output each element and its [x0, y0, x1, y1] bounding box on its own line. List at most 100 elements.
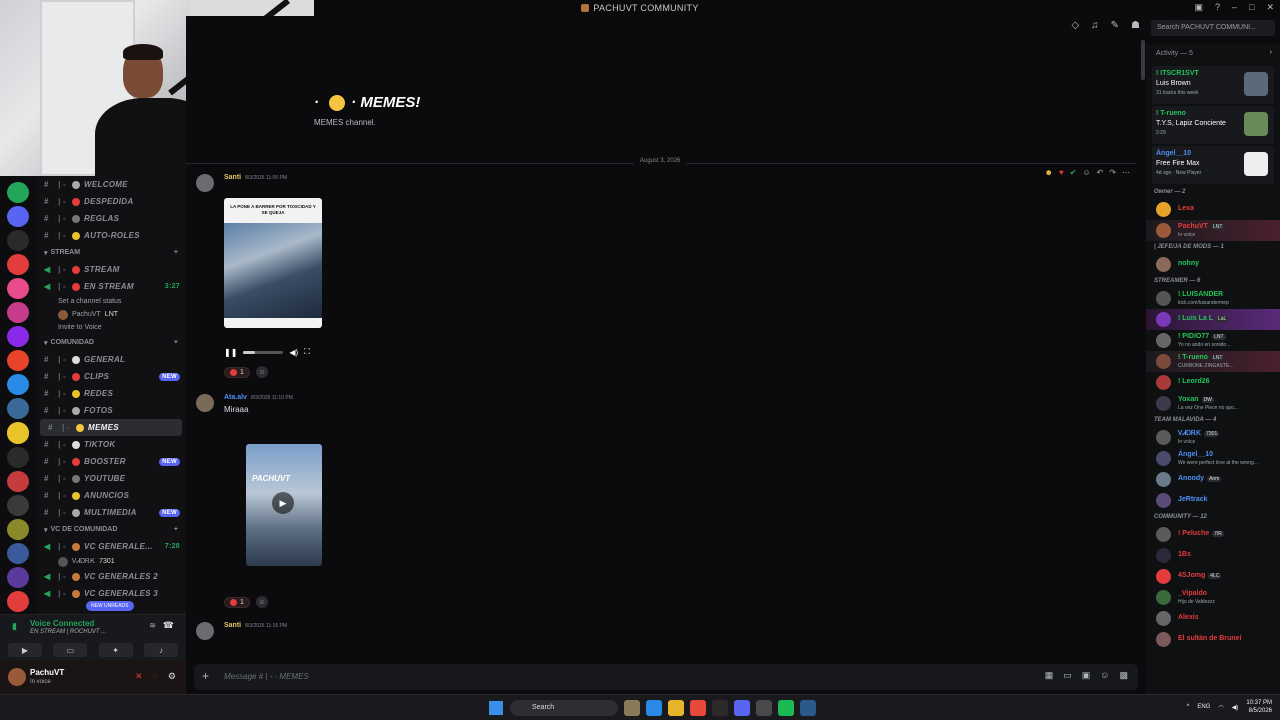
- channel-anuncios[interactable]: # | - ANUNCIOS: [36, 487, 186, 504]
- message-author[interactable]: Ata.alv 8/3/2026 11:10 PM: [224, 394, 293, 401]
- pause-icon[interactable]: ❚❚: [224, 348, 237, 357]
- member-item[interactable]: ! PIDIO77 LNT Yo no ando en sonido...: [1146, 330, 1280, 351]
- settings-icon[interactable]: ⚙: [168, 671, 176, 682]
- server-icon[interactable]: [7, 302, 29, 324]
- activity-card[interactable]: ! ITSCR1SVT Luis Brown 31 tracks this week: [1152, 66, 1274, 104]
- app-icon[interactable]: [800, 700, 816, 716]
- more-icon[interactable]: ⋯: [1122, 168, 1130, 177]
- gift-icon[interactable]: ▦: [1045, 670, 1054, 681]
- add-channel-icon[interactable]: +: [174, 249, 178, 256]
- help-icon[interactable]: ?: [1215, 2, 1220, 13]
- activity-card[interactable]: Ángel__10 Free Fire Max 4d ago · New Playe…: [1152, 146, 1274, 184]
- server-icon[interactable]: [7, 230, 29, 252]
- channel-booster[interactable]: # | - BOOSTER NEW: [36, 453, 186, 470]
- search-input[interactable]: Search PACHUVT COMMUNI...: [1151, 20, 1275, 36]
- member-item[interactable]: PachuVT LNT In voice: [1146, 220, 1280, 241]
- server-icon[interactable]: [7, 254, 29, 276]
- lang-indicator[interactable]: ENG: [1197, 704, 1210, 710]
- server-icon[interactable]: [7, 494, 29, 516]
- avatar[interactable]: [196, 174, 214, 192]
- category-comunidad[interactable]: ▾ COMUNIDAD +: [36, 334, 186, 351]
- channel-memes[interactable]: # | - MEMES: [40, 419, 182, 436]
- add-reaction-icon[interactable]: ☺: [255, 366, 268, 378]
- channel-tiktok[interactable]: # | - TIKTOK: [36, 436, 186, 453]
- scrollbar[interactable]: [1141, 40, 1145, 80]
- play-icon[interactable]: ▶: [272, 492, 294, 514]
- fullscreen-icon[interactable]: ⛶: [304, 347, 310, 357]
- spotify-icon[interactable]: [778, 700, 794, 716]
- file-explorer-icon[interactable]: [668, 700, 684, 716]
- soundboard-button[interactable]: ♪: [143, 643, 178, 657]
- channel-youtube[interactable]: # | - YOUTUBE: [36, 470, 186, 487]
- channel-clips[interactable]: # | - CLIPS NEW: [36, 368, 186, 385]
- sticker-icon[interactable]: ▣: [1082, 670, 1091, 681]
- activity-card[interactable]: ! T-rueno T.Y.S, Lapiz Conciente 2:29: [1152, 106, 1274, 144]
- server-icon[interactable]: [7, 542, 29, 564]
- gif-icon[interactable]: ▭: [1063, 670, 1072, 681]
- inbox-icon[interactable]: ▣: [1194, 2, 1203, 13]
- voice-channel-name[interactable]: EN STREAM | ROCHUVT ...: [30, 629, 106, 635]
- camera-button[interactable]: ▶: [8, 643, 42, 657]
- member-item[interactable]: _Vipaldo Hijo de Valdezzz: [1146, 587, 1280, 608]
- add-channel-icon[interactable]: +: [174, 339, 178, 346]
- channel-welcome[interactable]: # | - WELCOME: [36, 176, 186, 193]
- deafen-icon[interactable]: ◌: [153, 671, 158, 682]
- reaction-icon[interactable]: ✔: [1070, 168, 1077, 177]
- channel-vc-generales-2[interactable]: ◀ | - VC GENERALES 2: [36, 568, 186, 585]
- minimize-button[interactable]: –: [1232, 2, 1237, 13]
- server-icon[interactable]: [7, 518, 29, 540]
- member-item[interactable]: Lexa: [1146, 199, 1280, 220]
- windows-start-icon[interactable]: [489, 701, 503, 715]
- channel-despedida[interactable]: # | - DESPEDIDA: [36, 193, 186, 210]
- close-button[interactable]: ✕: [1266, 2, 1274, 13]
- member-item[interactable]: Yoxan DW La vez One Piece no spo...: [1146, 393, 1280, 414]
- threads-icon[interactable]: ◇: [1071, 20, 1079, 31]
- member-item[interactable]: 1Bs: [1146, 545, 1280, 566]
- channel-vc-generale-[interactable]: ◀ | - VC GENERALE... 7:28: [36, 538, 186, 555]
- member-item[interactable]: ! LUISANDER kick.com/luisandermep: [1146, 288, 1280, 309]
- member-item[interactable]: Alexis: [1146, 608, 1280, 629]
- terminal-icon[interactable]: [712, 700, 728, 716]
- invite-to-voice[interactable]: Invite to Voice: [36, 321, 186, 334]
- clock[interactable]: 10:37 PM 8/5/2026: [1246, 699, 1272, 715]
- member-item[interactable]: El sultán de Bruneí: [1146, 629, 1280, 650]
- add-reaction-icon[interactable]: ☺: [1082, 168, 1090, 177]
- category-stream[interactable]: ▾ STREAM +: [36, 244, 186, 261]
- member-item[interactable]: JeRtrack: [1146, 490, 1280, 511]
- voice-user[interactable]: PachuVT LNT: [36, 308, 186, 321]
- reaction-pill[interactable]: 1: [224, 596, 250, 608]
- member-list-icon[interactable]: ☗: [1131, 20, 1140, 31]
- edge-icon[interactable]: [646, 700, 662, 716]
- channel-en-stream[interactable]: ◀ | - EN STREAM 3:27: [36, 278, 186, 295]
- screen-share-button[interactable]: ▭: [53, 643, 88, 657]
- server-icon[interactable]: [7, 398, 29, 420]
- video-progress[interactable]: [243, 350, 284, 354]
- app-icon[interactable]: [756, 700, 772, 716]
- server-icon[interactable]: [7, 374, 29, 396]
- message-author[interactable]: Santi 8/3/2026 11:06 PM: [224, 174, 287, 181]
- member-item[interactable]: ! T-rueno LNT CURBONE ZINGASTE...: [1146, 351, 1280, 372]
- add-reaction-icon[interactable]: ☺: [255, 596, 268, 608]
- message-input[interactable]: Message # | - · MEMES: [224, 672, 309, 681]
- volume-icon[interactable]: ◀): [1232, 704, 1239, 711]
- forward-icon[interactable]: ↷: [1109, 168, 1116, 177]
- avatar[interactable]: [196, 622, 214, 640]
- channel-general[interactable]: # | - GENERAL: [36, 351, 186, 368]
- server-icon[interactable]: [7, 350, 29, 372]
- reaction-icon[interactable]: ☻: [1045, 168, 1053, 177]
- activities-button[interactable]: ✦: [98, 643, 133, 657]
- apps-icon[interactable]: ▩: [1119, 670, 1128, 681]
- member-item[interactable]: Ángel__10 We were perfect love at the wro…: [1146, 448, 1280, 469]
- channel-redes[interactable]: # | - REDES: [36, 385, 186, 402]
- emoji-icon[interactable]: ☺: [1100, 670, 1109, 681]
- server-icon[interactable]: [7, 206, 29, 228]
- channel-status[interactable]: Set a channel status: [36, 295, 186, 308]
- server-icon[interactable]: [7, 422, 29, 444]
- server-icon[interactable]: [7, 590, 29, 612]
- member-item[interactable]: ᏙᏗᎠᎡᏦ 7301 In voice: [1146, 427, 1280, 448]
- message-author[interactable]: Santi 8/3/2026 11:16 PM: [224, 622, 287, 629]
- channel-fotos[interactable]: # | - FOTOS: [36, 402, 186, 419]
- add-channel-icon[interactable]: +: [174, 526, 178, 533]
- server-icon[interactable]: [7, 278, 29, 300]
- maximize-button[interactable]: □: [1249, 2, 1254, 13]
